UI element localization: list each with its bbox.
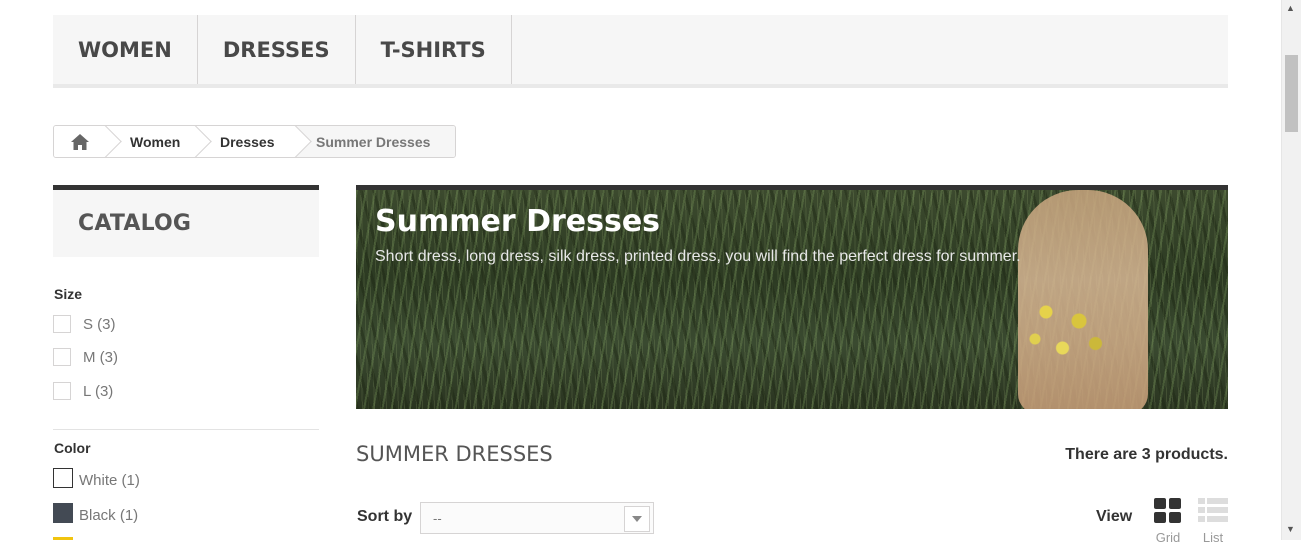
size-option-label: S (3)	[83, 315, 116, 333]
color-option-white[interactable]: White (1)	[53, 468, 140, 492]
view-list-label: List	[1202, 530, 1224, 545]
view-grid-button[interactable]: Grid	[1153, 498, 1183, 545]
view-grid-label: Grid	[1155, 530, 1181, 545]
scroll-down-icon[interactable]: ▼	[1286, 524, 1295, 534]
scroll-up-icon[interactable]: ▲	[1286, 3, 1295, 13]
sort-select-value: --	[433, 510, 442, 526]
breadcrumb-label: Dresses	[220, 133, 275, 150]
size-option-s[interactable]: S (3)	[53, 315, 116, 333]
view-list-button[interactable]: List	[1197, 498, 1229, 545]
sort-label: Sort by	[357, 508, 413, 525]
size-option-label: M (3)	[83, 348, 118, 366]
color-option-label: White (1)	[79, 471, 140, 489]
color-filter-heading: Color	[54, 440, 91, 456]
size-option-m[interactable]: M (3)	[53, 348, 118, 366]
chevron-down-icon[interactable]	[624, 506, 650, 532]
category-banner: Summer Dresses Short dress, long dress, …	[356, 185, 1228, 409]
color-swatch-white[interactable]	[53, 468, 73, 488]
breadcrumb-label: Women	[130, 133, 181, 150]
menu-item-dresses[interactable]: DRESSES	[198, 15, 356, 84]
list-icon	[1198, 498, 1228, 522]
catalog-title: CATALOG	[53, 185, 319, 257]
banner-flowers	[1013, 285, 1123, 375]
view-label: View	[1096, 508, 1133, 525]
size-filter-heading: Size	[54, 286, 83, 302]
size-checkbox[interactable]	[53, 315, 71, 333]
breadcrumb: Women Dresses Summer Dresses	[53, 125, 456, 158]
color-option-black[interactable]: Black (1)	[53, 503, 138, 527]
scrollbar-thumb[interactable]	[1285, 55, 1298, 132]
size-checkbox[interactable]	[53, 348, 71, 366]
home-icon	[71, 133, 89, 150]
color-option-label: Black (1)	[79, 506, 139, 524]
page-heading: SUMMER DRESSES	[356, 442, 553, 466]
top-menu: WOMEN DRESSES T-SHIRTS	[53, 15, 1228, 88]
sort-select[interactable]: --	[420, 502, 654, 534]
size-checkbox[interactable]	[53, 382, 71, 400]
size-option-label: L (3)	[83, 382, 114, 400]
size-option-l[interactable]: L (3)	[53, 382, 113, 400]
page-scrollbar[interactable]: ▲ ▼	[1281, 0, 1301, 540]
breadcrumb-home[interactable]	[54, 126, 122, 157]
menu-item-tshirts[interactable]: T-SHIRTS	[356, 15, 512, 84]
banner-title: Summer Dresses	[375, 204, 661, 239]
product-count: There are 3 products.	[1065, 446, 1228, 463]
breadcrumb-current-label: Summer Dresses	[316, 133, 431, 150]
filter-divider	[53, 429, 319, 430]
banner-description: Short dress, long dress, silk dress, pri…	[375, 248, 1021, 265]
menu-item-women[interactable]: WOMEN	[53, 15, 198, 84]
grid-icon	[1154, 498, 1181, 523]
color-swatch-black[interactable]	[53, 503, 73, 523]
breadcrumb-current: Summer Dresses	[296, 126, 455, 157]
